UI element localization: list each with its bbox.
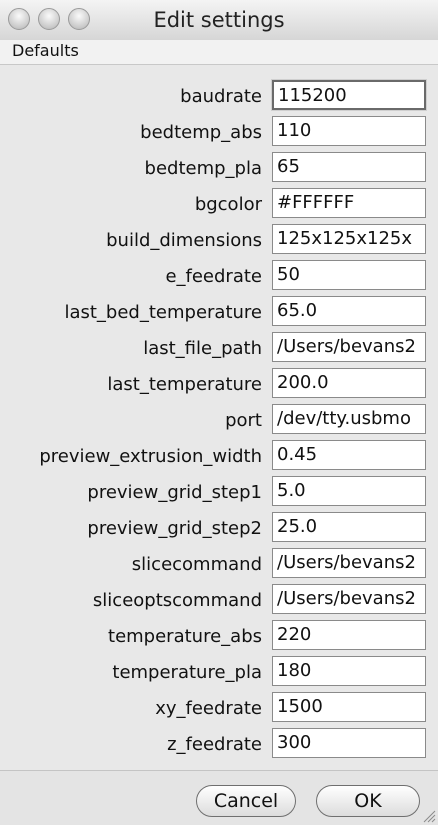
setting-row-bgcolor: bgcolor #FFFFFF bbox=[0, 187, 438, 223]
setting-row-e-feedrate: e_feedrate 50 bbox=[0, 259, 438, 295]
setting-input-build-dimensions[interactable]: 125x125x125x bbox=[272, 224, 426, 254]
setting-row-bedtemp-pla: bedtemp_pla 65 bbox=[0, 151, 438, 187]
setting-row-build-dimensions: build_dimensions 125x125x125x bbox=[0, 223, 438, 259]
title-bar[interactable]: Edit settings bbox=[0, 0, 438, 41]
setting-row-z-feedrate: z_feedrate 300 bbox=[0, 727, 438, 763]
setting-input-bgcolor[interactable]: #FFFFFF bbox=[272, 188, 426, 218]
setting-input-last-temperature[interactable]: 200.0 bbox=[272, 368, 426, 398]
setting-label: port bbox=[225, 410, 262, 431]
setting-row-preview-extrusion-width: preview_extrusion_width 0.45 bbox=[0, 439, 438, 475]
setting-label: xy_feedrate bbox=[155, 698, 262, 719]
setting-label: temperature_abs bbox=[108, 626, 262, 647]
setting-row-bedtemp-abs: bedtemp_abs 110 bbox=[0, 115, 438, 151]
setting-row-last-file-path: last_file_path /Users/bevans2 bbox=[0, 331, 438, 367]
setting-label: last_file_path bbox=[143, 338, 262, 359]
setting-input-bedtemp-pla[interactable]: 65 bbox=[272, 152, 426, 182]
setting-input-preview-grid-step1[interactable]: 5.0 bbox=[272, 476, 426, 506]
setting-label: slicecommand bbox=[131, 554, 262, 575]
setting-input-last-bed-temperature[interactable]: 65.0 bbox=[272, 296, 426, 326]
setting-input-e-feedrate[interactable]: 50 bbox=[272, 260, 426, 290]
settings-form: baudrate 115200 bedtemp_abs 110 bedtemp_… bbox=[0, 65, 438, 770]
button-bar: Cancel OK bbox=[0, 770, 438, 825]
setting-label: baudrate bbox=[180, 86, 262, 107]
window-title: Edit settings bbox=[153, 8, 285, 32]
setting-row-baudrate: baudrate 115200 bbox=[0, 79, 438, 115]
setting-input-bedtemp-abs[interactable]: 110 bbox=[272, 116, 426, 146]
setting-input-temperature-abs[interactable]: 220 bbox=[272, 620, 426, 650]
setting-row-last-bed-temperature: last_bed_temperature 65.0 bbox=[0, 295, 438, 331]
setting-input-preview-grid-step2[interactable]: 25.0 bbox=[272, 512, 426, 542]
setting-input-baudrate[interactable]: 115200 bbox=[272, 80, 426, 110]
setting-input-last-file-path[interactable]: /Users/bevans2 bbox=[272, 332, 426, 362]
cancel-button[interactable]: Cancel bbox=[196, 785, 296, 817]
setting-label: preview_grid_step2 bbox=[87, 518, 262, 539]
setting-input-preview-extrusion-width[interactable]: 0.45 bbox=[272, 440, 426, 470]
setting-label: bedtemp_pla bbox=[144, 158, 262, 179]
menu-bar: Defaults bbox=[0, 40, 438, 65]
setting-row-preview-grid-step2: preview_grid_step2 25.0 bbox=[0, 511, 438, 547]
setting-input-port[interactable]: /dev/tty.usbmo bbox=[272, 404, 426, 434]
ok-button[interactable]: OK bbox=[316, 785, 420, 817]
setting-label: last_temperature bbox=[107, 374, 262, 395]
resize-grip-icon[interactable] bbox=[420, 807, 436, 823]
setting-input-slicecommand[interactable]: /Users/bevans2 bbox=[272, 548, 426, 578]
setting-label: preview_extrusion_width bbox=[39, 446, 262, 467]
setting-input-z-feedrate[interactable]: 300 bbox=[272, 728, 426, 758]
menu-defaults[interactable]: Defaults bbox=[8, 40, 83, 64]
setting-label: build_dimensions bbox=[106, 230, 262, 251]
setting-input-sliceoptscommand[interactable]: /Users/bevans2 bbox=[272, 584, 426, 614]
setting-row-slicecommand: slicecommand /Users/bevans2 bbox=[0, 547, 438, 583]
setting-label: z_feedrate bbox=[167, 734, 262, 755]
setting-label: preview_grid_step1 bbox=[87, 482, 262, 503]
setting-label: bgcolor bbox=[194, 194, 262, 215]
setting-input-temperature-pla[interactable]: 180 bbox=[272, 656, 426, 686]
setting-label: sliceoptscommand bbox=[92, 590, 262, 611]
setting-label: temperature_pla bbox=[112, 662, 262, 683]
setting-row-temperature-pla: temperature_pla 180 bbox=[0, 655, 438, 691]
setting-row-preview-grid-step1: preview_grid_step1 5.0 bbox=[0, 475, 438, 511]
setting-row-xy-feedrate: xy_feedrate 1500 bbox=[0, 691, 438, 727]
setting-row-sliceoptscommand: sliceoptscommand /Users/bevans2 bbox=[0, 583, 438, 619]
setting-label: e_feedrate bbox=[165, 266, 262, 287]
setting-row-temperature-abs: temperature_abs 220 bbox=[0, 619, 438, 655]
setting-row-port: port /dev/tty.usbmo bbox=[0, 403, 438, 439]
setting-row-last-temperature: last_temperature 200.0 bbox=[0, 367, 438, 403]
setting-input-xy-feedrate[interactable]: 1500 bbox=[272, 692, 426, 722]
setting-label: bedtemp_abs bbox=[140, 122, 262, 143]
setting-label: last_bed_temperature bbox=[64, 302, 262, 323]
